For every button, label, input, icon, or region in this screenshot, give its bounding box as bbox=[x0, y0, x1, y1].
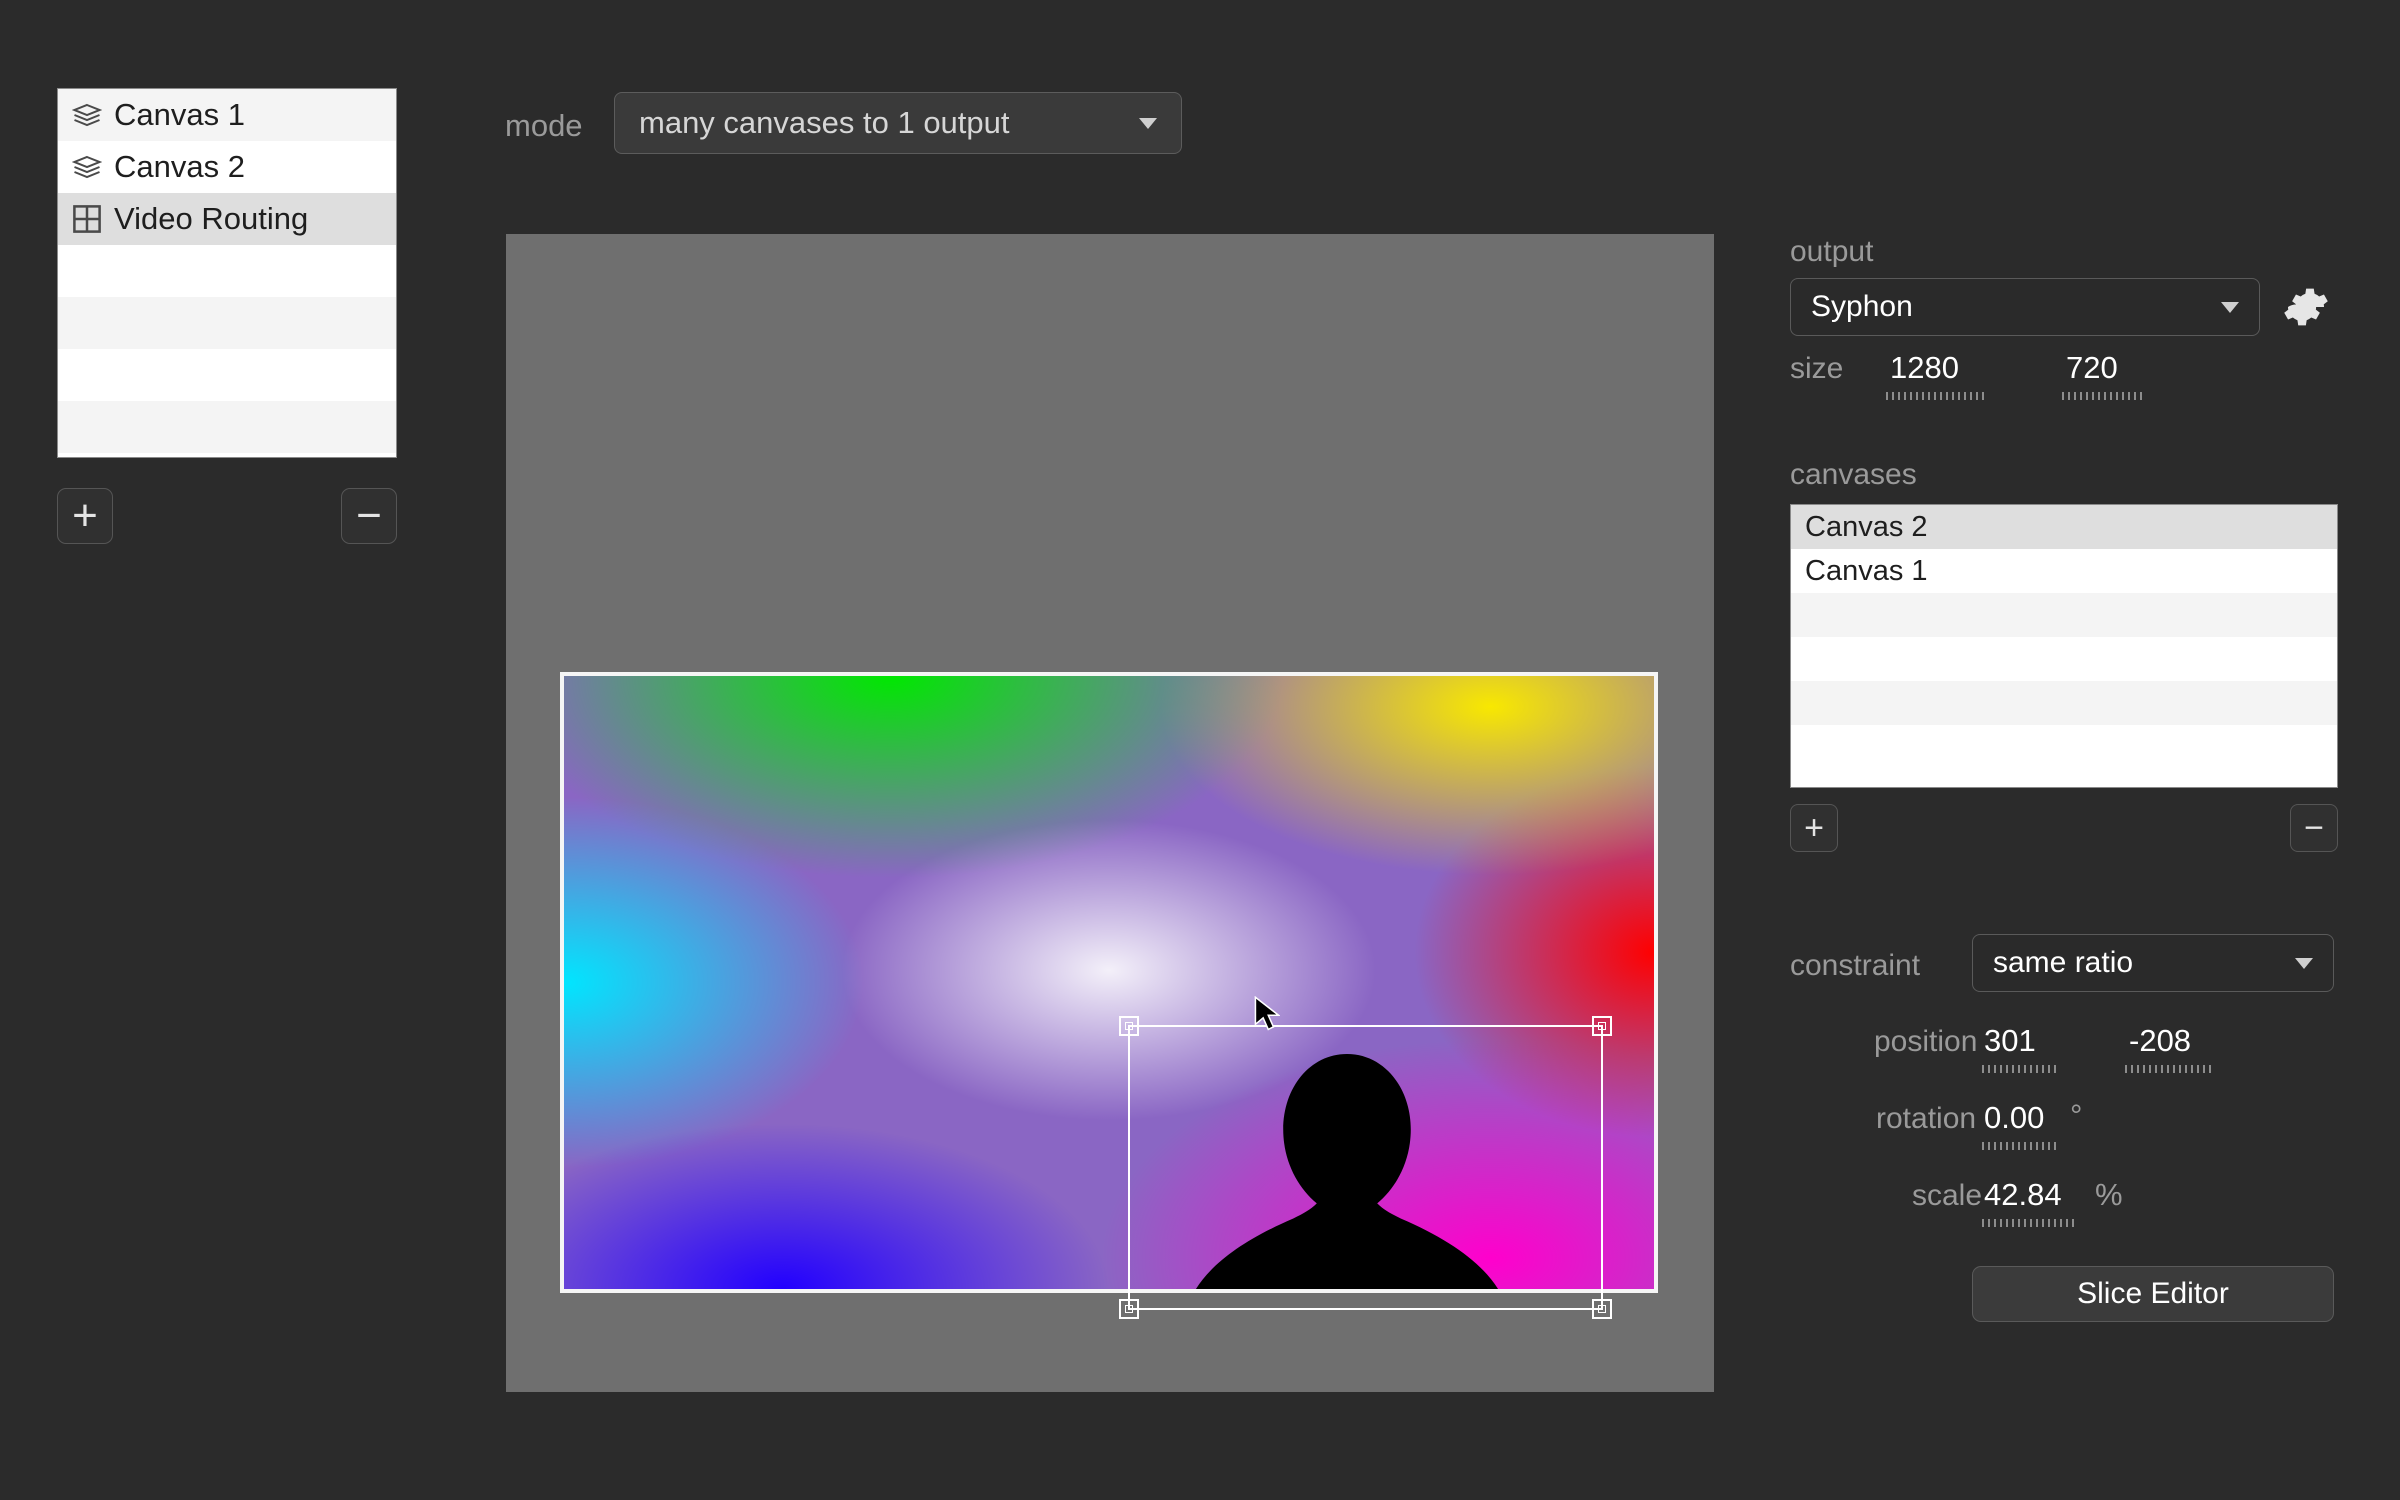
resize-handle-br[interactable] bbox=[1592, 1299, 1612, 1319]
output-destination-select[interactable]: Syphon bbox=[1790, 278, 2260, 336]
mode-select-value: many canvases to 1 output bbox=[639, 105, 1010, 141]
scrubber-ticks bbox=[1982, 1142, 2060, 1150]
scale-field[interactable]: 42.84 bbox=[1984, 1177, 2062, 1213]
list-blank-row bbox=[58, 245, 396, 297]
chevron-down-icon bbox=[2221, 302, 2239, 313]
plus-icon: + bbox=[72, 494, 98, 538]
canvas-frame[interactable]: × bbox=[560, 672, 1658, 1293]
chevron-down-icon bbox=[1139, 118, 1157, 129]
position-x-field[interactable]: 301 bbox=[1984, 1023, 2036, 1059]
constraint-value: same ratio bbox=[1993, 946, 2133, 980]
grid-icon bbox=[70, 205, 104, 233]
canvases-list-item-label: Canvas 1 bbox=[1805, 555, 1928, 588]
source-list-item-video-routing[interactable]: Video Routing bbox=[58, 193, 396, 245]
list-blank-row bbox=[58, 401, 396, 453]
canvases-list[interactable]: Canvas 2 Canvas 1 bbox=[1790, 504, 2338, 788]
remove-source-button[interactable]: − bbox=[341, 488, 397, 544]
selection-rect[interactable]: × bbox=[1128, 1025, 1603, 1310]
preview-viewport[interactable]: × bbox=[506, 234, 1714, 1392]
resize-handle-tr[interactable] bbox=[1592, 1016, 1612, 1036]
scrubber-ticks bbox=[1982, 1065, 2056, 1073]
list-blank-row bbox=[1791, 593, 2337, 637]
size-label: size bbox=[1790, 352, 1843, 386]
constraint-select[interactable]: same ratio bbox=[1972, 934, 2334, 992]
scale-label: scale bbox=[1912, 1179, 1982, 1213]
remove-canvas-button[interactable]: − bbox=[2290, 804, 2338, 852]
list-blank-row bbox=[58, 349, 396, 401]
output-width-field[interactable]: 1280 bbox=[1890, 350, 1959, 386]
canvases-label: canvases bbox=[1790, 458, 1917, 492]
layers-icon bbox=[70, 101, 104, 129]
scrubber-ticks bbox=[1982, 1219, 2074, 1227]
selection-center-marker: × bbox=[1357, 1151, 1375, 1185]
canvases-list-item[interactable]: Canvas 2 bbox=[1791, 505, 2337, 549]
rotation-field[interactable]: 0.00 bbox=[1984, 1100, 2044, 1136]
output-label: output bbox=[1790, 235, 1873, 269]
minus-icon: − bbox=[2304, 811, 2324, 845]
scrubber-ticks bbox=[2125, 1065, 2211, 1073]
slice-editor-label: Slice Editor bbox=[2077, 1277, 2229, 1311]
source-list-item-label: Video Routing bbox=[114, 201, 308, 237]
scale-unit: % bbox=[2095, 1177, 2123, 1213]
output-destination-value: Syphon bbox=[1811, 290, 1913, 324]
source-list-item-label: Canvas 2 bbox=[114, 149, 245, 185]
scrubber-ticks bbox=[1886, 392, 1984, 400]
source-list[interactable]: Canvas 1 Canvas 2 Video Routing bbox=[57, 88, 397, 458]
canvases-list-item[interactable]: Canvas 1 bbox=[1791, 549, 2337, 593]
position-y-field[interactable]: -208 bbox=[2129, 1023, 2191, 1059]
mode-select[interactable]: many canvases to 1 output bbox=[614, 92, 1182, 154]
source-list-item-label: Canvas 1 bbox=[114, 97, 245, 133]
position-label: position bbox=[1874, 1025, 1977, 1059]
output-height-field[interactable]: 720 bbox=[2066, 350, 2118, 386]
list-blank-row bbox=[1791, 681, 2337, 725]
app-root: Canvas 1 Canvas 2 Video Routing bbox=[0, 0, 2400, 1500]
add-source-button[interactable]: + bbox=[57, 488, 113, 544]
resize-handle-tl[interactable] bbox=[1119, 1016, 1139, 1036]
list-blank-row bbox=[58, 297, 396, 349]
mode-label: mode bbox=[505, 108, 583, 144]
minus-icon: − bbox=[356, 494, 382, 538]
constraint-label: constraint bbox=[1790, 949, 1920, 983]
list-blank-row bbox=[1791, 637, 2337, 681]
output-settings-button[interactable] bbox=[2283, 284, 2329, 330]
chevron-down-icon bbox=[2295, 958, 2313, 969]
scrubber-ticks bbox=[2062, 392, 2144, 400]
resize-handle-bl[interactable] bbox=[1119, 1299, 1139, 1319]
plus-icon: + bbox=[1804, 811, 1824, 845]
canvases-list-item-label: Canvas 2 bbox=[1805, 511, 1928, 544]
cursor-icon bbox=[1254, 996, 1280, 1032]
layers-icon bbox=[70, 153, 104, 181]
add-canvas-button[interactable]: + bbox=[1790, 804, 1838, 852]
rotation-unit: ° bbox=[2070, 1098, 2082, 1134]
rotation-label: rotation bbox=[1876, 1102, 1976, 1136]
list-blank-row bbox=[1791, 725, 2337, 769]
slice-editor-button[interactable]: Slice Editor bbox=[1972, 1266, 2334, 1322]
source-list-item-canvas1[interactable]: Canvas 1 bbox=[58, 89, 396, 141]
source-list-item-canvas2[interactable]: Canvas 2 bbox=[58, 141, 396, 193]
